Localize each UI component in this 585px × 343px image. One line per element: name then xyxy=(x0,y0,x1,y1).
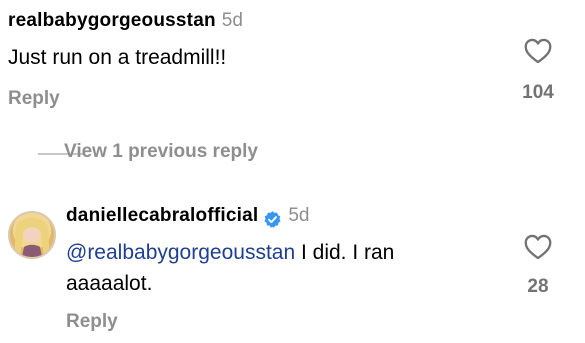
reply-button[interactable]: Reply xyxy=(8,88,60,110)
verified-badge-icon xyxy=(263,210,282,229)
reply-button[interactable]: Reply xyxy=(66,311,118,333)
comment-username[interactable]: realbabygorgeousstan xyxy=(8,10,216,32)
comment-timestamp: 5d xyxy=(288,205,310,226)
like-count: 28 xyxy=(527,276,549,297)
comment-text: Just run on a treadmill!! xyxy=(8,46,227,69)
comment-2: daniellecabralofficial 5d @realbabygorge… xyxy=(66,205,516,299)
heart-outline-icon[interactable] xyxy=(524,234,552,260)
comment-1: realbabygorgeousstan 5d Just run on a tr… xyxy=(8,10,508,73)
view-previous-replies-button[interactable]: View 1 previous reply xyxy=(64,141,258,163)
mention-link[interactable]: @realbabygorgeousstan xyxy=(66,241,295,264)
heart-outline-icon[interactable] xyxy=(524,38,552,64)
comment-timestamp: 5d xyxy=(221,10,243,31)
comment-username[interactable]: daniellecabralofficial xyxy=(66,205,258,227)
like-count: 104 xyxy=(522,82,554,103)
comment-text: @realbabygorgeousstan I did. I ran aaaaa… xyxy=(66,237,486,299)
avatar[interactable] xyxy=(8,211,56,259)
